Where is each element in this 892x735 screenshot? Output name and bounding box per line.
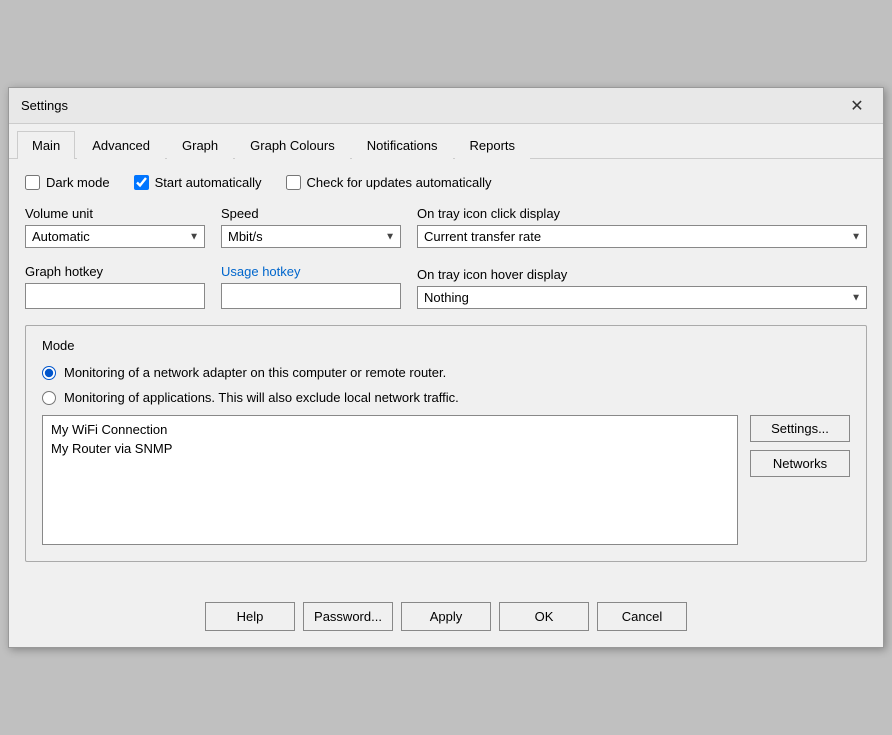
- cancel-button[interactable]: Cancel: [597, 602, 687, 631]
- title-bar: Settings ✕: [9, 88, 883, 124]
- dark-mode-label: Dark mode: [46, 175, 110, 190]
- check-updates-checkbox[interactable]: [286, 175, 301, 190]
- volume-unit-label: Volume unit: [25, 206, 205, 221]
- usage-hotkey-label: Usage hotkey: [221, 264, 401, 279]
- radio-apps[interactable]: [42, 391, 56, 405]
- graph-hotkey-input[interactable]: [25, 283, 205, 309]
- tab-main[interactable]: Main: [17, 131, 75, 159]
- graph-hotkey-label: Graph hotkey: [25, 264, 205, 279]
- mode-title: Mode: [42, 338, 850, 353]
- password-button[interactable]: Password...: [303, 602, 393, 631]
- radio-adapter-group: Monitoring of a network adapter on this …: [42, 365, 850, 380]
- main-content: Dark mode Start automatically Check for …: [9, 159, 883, 590]
- tray-click-select-wrapper: Current transfer rate Nothing Total toda…: [417, 225, 867, 248]
- tray-click-group: On tray icon click display Current trans…: [417, 206, 867, 248]
- tab-graph-colours[interactable]: Graph Colours: [235, 131, 350, 159]
- radio-adapter-label: Monitoring of a network adapter on this …: [64, 365, 446, 380]
- close-button[interactable]: ✕: [843, 95, 871, 117]
- tray-click-label: On tray icon click display: [417, 206, 867, 221]
- dark-mode-group: Dark mode: [25, 175, 110, 190]
- dark-mode-checkbox[interactable]: [25, 175, 40, 190]
- graph-hotkey-group: Graph hotkey: [25, 264, 205, 309]
- volume-unit-group: Volume unit Automatic KB MB GB: [25, 206, 205, 248]
- start-auto-group: Start automatically: [134, 175, 262, 190]
- speed-label: Speed: [221, 206, 401, 221]
- connection-list[interactable]: My WiFi Connection My Router via SNMP: [42, 415, 738, 545]
- tray-hover-select[interactable]: Nothing Current transfer rate Total toda…: [417, 286, 867, 309]
- networks-button[interactable]: Networks: [750, 450, 850, 477]
- mode-buttons: Settings... Networks: [750, 415, 850, 545]
- start-auto-checkbox[interactable]: [134, 175, 149, 190]
- connection-item-router: My Router via SNMP: [47, 439, 733, 458]
- tray-hover-label: On tray icon hover display: [417, 267, 867, 282]
- usage-hotkey-group: Usage hotkey: [221, 264, 401, 309]
- tabs-bar: Main Advanced Graph Graph Colours Notifi…: [9, 124, 883, 159]
- radio-apps-group: Monitoring of applications. This will al…: [42, 390, 850, 405]
- radio-adapter[interactable]: [42, 366, 56, 380]
- tab-notifications[interactable]: Notifications: [352, 131, 453, 159]
- mode-content: My WiFi Connection My Router via SNMP Se…: [42, 415, 850, 545]
- speed-select-wrapper: Mbit/s KB/s MB/s: [221, 225, 401, 248]
- apply-button[interactable]: Apply: [401, 602, 491, 631]
- usage-hotkey-input[interactable]: [221, 283, 401, 309]
- start-auto-label: Start automatically: [155, 175, 262, 190]
- volume-unit-select-wrapper: Automatic KB MB GB: [25, 225, 205, 248]
- bottom-buttons-bar: Help Password... Apply OK Cancel: [9, 590, 883, 647]
- tray-hover-group: On tray icon hover display Nothing Curre…: [417, 267, 867, 309]
- tray-click-select[interactable]: Current transfer rate Nothing Total toda…: [417, 225, 867, 248]
- help-button[interactable]: Help: [205, 602, 295, 631]
- ok-button[interactable]: OK: [499, 602, 589, 631]
- tray-hover-select-wrapper: Nothing Current transfer rate Total toda…: [417, 286, 867, 309]
- tab-graph[interactable]: Graph: [167, 131, 233, 159]
- settings-window: Settings ✕ Main Advanced Graph Graph Col…: [8, 87, 884, 648]
- speed-select[interactable]: Mbit/s KB/s MB/s: [221, 225, 401, 248]
- tab-reports[interactable]: Reports: [455, 131, 531, 159]
- tab-advanced[interactable]: Advanced: [77, 131, 165, 159]
- connection-item-wifi: My WiFi Connection: [47, 420, 733, 439]
- mode-box: Mode Monitoring of a network adapter on …: [25, 325, 867, 562]
- hotkeys-row: Graph hotkey Usage hotkey On tray icon h…: [25, 264, 867, 309]
- check-updates-label: Check for updates automatically: [307, 175, 492, 190]
- settings-button[interactable]: Settings...: [750, 415, 850, 442]
- check-updates-group: Check for updates automatically: [286, 175, 492, 190]
- selects-row: Volume unit Automatic KB MB GB Speed Mbi…: [25, 206, 867, 248]
- window-title: Settings: [21, 98, 68, 113]
- radio-apps-label: Monitoring of applications. This will al…: [64, 390, 459, 405]
- volume-unit-select[interactable]: Automatic KB MB GB: [25, 225, 205, 248]
- speed-group: Speed Mbit/s KB/s MB/s: [221, 206, 401, 248]
- checkboxes-row: Dark mode Start automatically Check for …: [25, 175, 867, 190]
